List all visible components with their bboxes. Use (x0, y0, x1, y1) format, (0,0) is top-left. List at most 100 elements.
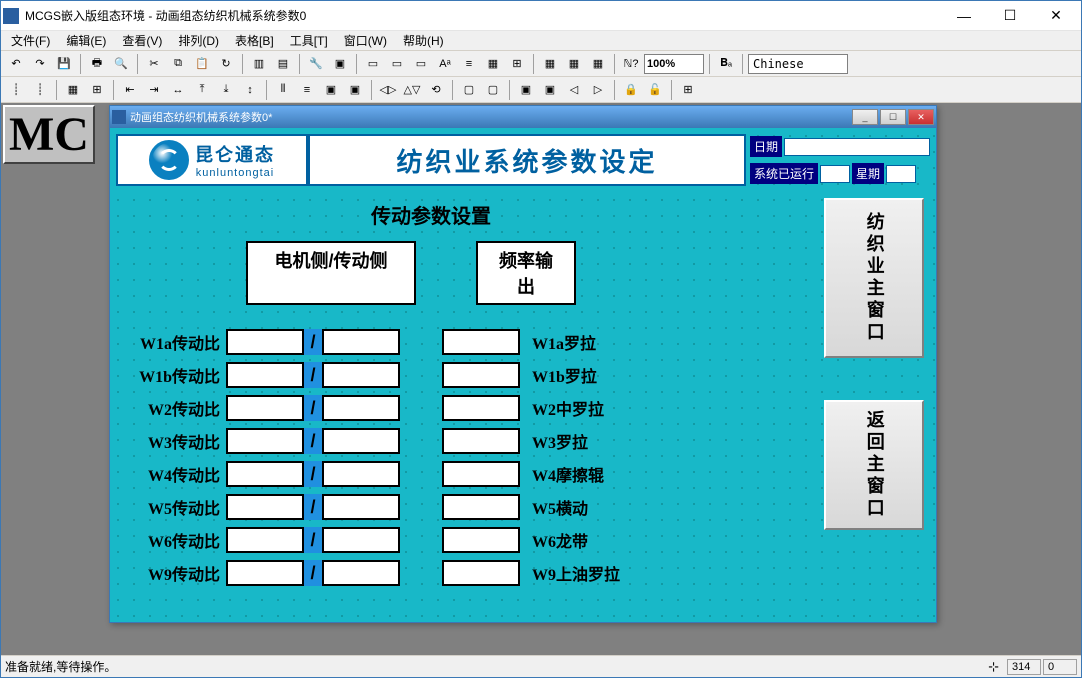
child-close-button[interactable]: ✕ (908, 109, 934, 125)
menu-window[interactable]: 窗口(W) (336, 30, 395, 51)
motor-side-input[interactable] (226, 395, 304, 421)
tb2-table-icon[interactable]: ⊞ (86, 79, 108, 101)
tb-help-icon[interactable]: ℕ? (620, 53, 642, 75)
tb-redo-icon[interactable]: ↷ (29, 53, 51, 75)
tb2-align-right-icon[interactable]: ⇥ (143, 79, 165, 101)
tb2-align-center-h-icon[interactable]: ↔ (167, 79, 189, 101)
tb2-next-icon[interactable]: ▷ (587, 79, 609, 101)
drive-side-input[interactable] (322, 329, 400, 355)
week-field[interactable] (886, 165, 916, 183)
tb2-group-icon[interactable]: ▣ (515, 79, 537, 101)
tb2-center-canvas-icon[interactable]: ▣ (320, 79, 342, 101)
design-canvas[interactable]: 昆仑通态 kunluntongtai 纺织业系统参数设定 日期 系统已 (110, 128, 936, 622)
tb-cut-icon[interactable]: ✂ (143, 53, 165, 75)
child-maximize-button[interactable]: ☐ (880, 109, 906, 125)
menu-tools[interactable]: 工具[T] (282, 30, 336, 51)
date-field[interactable] (784, 138, 930, 156)
tb2-middle-canvas-icon[interactable]: ▣ (344, 79, 366, 101)
child-minimize-button[interactable]: _ (852, 109, 878, 125)
tb-db3-icon[interactable]: ▦ (587, 53, 609, 75)
tb-bold-icon[interactable]: 𝐁ₐ (715, 53, 737, 75)
tb-undo-icon[interactable]: ↶ (5, 53, 27, 75)
child-titlebar[interactable]: 动画组态纺织机械系统参数0* _ ☐ ✕ (110, 106, 936, 128)
freq-output-input[interactable] (442, 329, 520, 355)
menu-table[interactable]: 表格[B] (227, 30, 282, 51)
language-combo[interactable] (748, 54, 848, 74)
drive-side-input[interactable] (322, 461, 400, 487)
tb-panel2-icon[interactable]: ▭ (386, 53, 408, 75)
tb-copy-icon[interactable]: ⧉ (167, 53, 189, 75)
tb-list-icon[interactable]: ≡ (458, 53, 480, 75)
maximize-button[interactable]: ☐ (987, 1, 1033, 31)
tb2-dash1-icon[interactable]: ┊ (5, 79, 27, 101)
minimize-button[interactable]: — (941, 1, 987, 31)
tb-tool-a-icon[interactable]: ▥ (248, 53, 270, 75)
menu-edit[interactable]: 编辑(E) (58, 30, 114, 51)
tb-align-icon[interactable]: ▦ (482, 53, 504, 75)
runtime-field[interactable] (820, 165, 850, 183)
zoom-combo[interactable] (644, 54, 704, 74)
freq-output-input[interactable] (442, 560, 520, 586)
motor-side-input[interactable] (226, 560, 304, 586)
freq-output-input[interactable] (442, 461, 520, 487)
tb2-lock-icon[interactable]: 🔒 (620, 79, 642, 101)
tb-save-icon[interactable]: 💾 (53, 53, 75, 75)
tb2-align-top-icon[interactable]: ⤒ (191, 79, 213, 101)
freq-output-input[interactable] (442, 362, 520, 388)
drive-side-input[interactable] (322, 560, 400, 586)
tb-print-icon[interactable]: 🖶 (86, 53, 108, 75)
tb-grid-icon[interactable]: ⊞ (506, 53, 528, 75)
motor-side-input[interactable] (226, 527, 304, 553)
drive-side-input[interactable] (322, 395, 400, 421)
menu-help[interactable]: 帮助(H) (395, 30, 452, 51)
tb-paste-icon[interactable]: 📋 (191, 53, 213, 75)
tb2-align-bottom-icon[interactable]: ⤓ (215, 79, 237, 101)
freq-output-input[interactable] (442, 428, 520, 454)
close-button[interactable]: ✕ (1033, 1, 1079, 31)
menu-arrange[interactable]: 排列(D) (170, 30, 227, 51)
motor-side-input[interactable] (226, 362, 304, 388)
tb2-back-icon[interactable]: ▢ (482, 79, 504, 101)
workspace[interactable]: MC 动画组态纺织机械系统参数0* _ ☐ ✕ 昆仑通态 kunluntongt… (1, 103, 1081, 655)
tb-panel1-icon[interactable]: ▭ (362, 53, 384, 75)
tb2-prev-icon[interactable]: ◁ (563, 79, 585, 101)
return-main-button[interactable]: 返回主窗口 (824, 400, 924, 530)
tb-refresh-icon[interactable]: ↻ (215, 53, 237, 75)
motor-side-input[interactable] (226, 494, 304, 520)
tb-db1-icon[interactable]: ▦ (539, 53, 561, 75)
tb2-ungroup-icon[interactable]: ▣ (539, 79, 561, 101)
drive-side-input[interactable] (322, 494, 400, 520)
tb2-flip-h-icon[interactable]: ◁▷ (377, 79, 399, 101)
tb-text-icon[interactable]: Aᵃ (434, 53, 456, 75)
tb-wrench-icon[interactable]: 🔧 (305, 53, 327, 75)
freq-output-input[interactable] (442, 395, 520, 421)
motor-side-input[interactable] (226, 329, 304, 355)
tb-7seg-icon[interactable]: ▣ (329, 53, 351, 75)
drive-side-input[interactable] (322, 527, 400, 553)
coord-y: 0 (1043, 659, 1077, 675)
tb-db2-icon[interactable]: ▦ (563, 53, 585, 75)
tb2-flip-v-icon[interactable]: △▽ (401, 79, 423, 101)
tb2-rotate-icon[interactable]: ⟲ (425, 79, 447, 101)
tb2-grid-toggle-icon[interactable]: ⊞ (677, 79, 699, 101)
motor-side-input[interactable] (226, 428, 304, 454)
menu-view[interactable]: 查看(V) (114, 30, 170, 51)
freq-output-input[interactable] (442, 527, 520, 553)
tb2-align-center-v-icon[interactable]: ↕ (239, 79, 261, 101)
tb2-dist-v-icon[interactable]: ≡ (296, 79, 318, 101)
tb2-unlock-icon[interactable]: 🔓 (644, 79, 666, 101)
tb2-front-icon[interactable]: ▢ (458, 79, 480, 101)
drive-side-input[interactable] (322, 362, 400, 388)
tb2-grid-icon[interactable]: ▦ (62, 79, 84, 101)
tb2-dist-h-icon[interactable]: ⫴ (272, 79, 294, 101)
tb-tool-b-icon[interactable]: ▤ (272, 53, 294, 75)
motor-side-input[interactable] (226, 461, 304, 487)
tb2-align-left-icon[interactable]: ⇤ (119, 79, 141, 101)
main-window-button[interactable]: 纺织业主窗口 (824, 198, 924, 358)
tb-panel3-icon[interactable]: ▭ (410, 53, 432, 75)
freq-output-input[interactable] (442, 494, 520, 520)
tb-preview-icon[interactable]: 🔍 (110, 53, 132, 75)
menu-file[interactable]: 文件(F) (3, 30, 58, 51)
tb2-dash2-icon[interactable]: ┊ (29, 79, 51, 101)
drive-side-input[interactable] (322, 428, 400, 454)
